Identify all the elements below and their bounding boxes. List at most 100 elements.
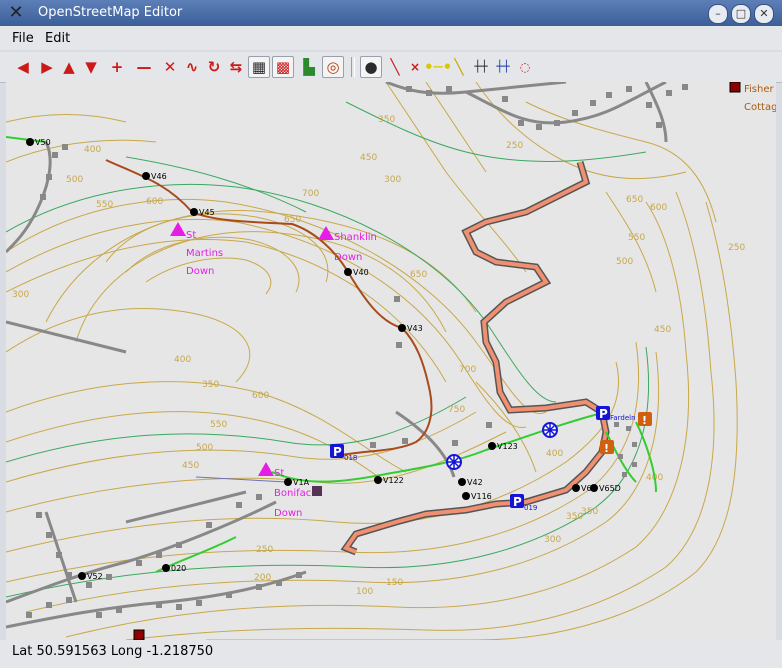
contour-label: 400 [546, 449, 563, 459]
node-dot[interactable] [78, 572, 86, 580]
contour-icon[interactable]: ◎ [322, 56, 344, 78]
contour-label: 200 [254, 573, 271, 583]
place-label: Fisher [744, 84, 775, 95]
contour-label: 550 [628, 233, 645, 243]
contour-label: 550 [210, 420, 227, 430]
node-dot[interactable] [142, 172, 150, 180]
pan-right-icon[interactable]: ▶ [36, 56, 58, 78]
contour-label: 400 [174, 355, 191, 365]
peak-icon[interactable] [170, 222, 186, 236]
contour-label: 300 [12, 290, 29, 300]
node-label: V6 [581, 484, 592, 493]
node-label: V52 [87, 572, 103, 581]
contour-label: 750 [448, 405, 465, 415]
node-label: 020 [171, 564, 186, 573]
pan-left-icon[interactable]: ◀ [12, 56, 34, 78]
node-dot[interactable] [190, 208, 198, 216]
contour-label: 350 [378, 115, 395, 125]
node-dot[interactable] [462, 492, 470, 500]
peak-label: St [274, 468, 284, 479]
layer-tracks-icon[interactable]: ▩ [272, 56, 294, 78]
area-icon[interactable]: ◌ [514, 56, 536, 78]
minimize-icon[interactable]: – [708, 4, 728, 24]
peaks [170, 222, 334, 476]
node-dot[interactable] [374, 476, 382, 484]
svg-text:P: P [333, 445, 342, 459]
title-bar: ✕ OpenStreetMap Editor – □ ✕ [0, 0, 782, 26]
contour-label: 550 [96, 200, 113, 210]
window-title: OpenStreetMap Editor [38, 5, 183, 20]
node-labels: V50 V46 V45 V40 V43 V123 V42 V116 V122 V… [35, 138, 621, 581]
cottage-icon[interactable] [729, 82, 741, 93]
cottage-icon[interactable] [133, 629, 145, 640]
node-label: V43 [407, 324, 423, 333]
pan-up-icon[interactable]: ▲ [58, 56, 80, 78]
close-icon[interactable]: ✕ [754, 4, 774, 24]
menu-bar: File Edit [0, 26, 782, 50]
toolbar-separator [351, 57, 355, 77]
layer-grid-icon[interactable]: ▦ [248, 56, 270, 78]
split-way-icon[interactable]: ∿ [181, 56, 203, 78]
contour-label: 450 [182, 461, 199, 471]
select-way-icon[interactable]: ┼┼ [470, 56, 492, 78]
contour-label: 150 [386, 578, 403, 588]
zoom-in-icon[interactable]: + [106, 56, 128, 78]
node-dot[interactable] [284, 478, 292, 486]
node-label: V40 [353, 268, 369, 277]
node-label: V50 [35, 138, 51, 147]
parking-label: Fardeln [610, 414, 636, 422]
peak-icon[interactable] [258, 462, 274, 476]
node-dot[interactable] [344, 268, 352, 276]
menu-edit[interactable]: Edit [45, 31, 70, 46]
node-dot[interactable] [398, 324, 406, 332]
contour-label: 600 [252, 391, 269, 401]
peak-label: Down [334, 252, 362, 263]
delete-segment-icon[interactable]: ✕ [159, 56, 181, 78]
maximize-icon[interactable]: □ [731, 4, 751, 24]
peak-label: St [186, 230, 196, 241]
svg-text:!: ! [604, 442, 609, 455]
node-label: V1A [293, 478, 310, 487]
menu-file[interactable]: File [12, 31, 34, 46]
landsat-icon[interactable]: ▙ [298, 56, 320, 78]
reverse-way-icon[interactable]: ↻ [203, 56, 225, 78]
building-icon[interactable] [312, 486, 322, 496]
toolbar: ◀ ▶ ▲ ▼ + — ✕ ∿ ↻ ⇆ ▦ ▩ ▙ ◎ ● ╲ × •─• ╲ … [0, 52, 782, 83]
node-dot[interactable] [488, 442, 496, 450]
node-dot[interactable] [26, 138, 34, 146]
app-x-icon: ✕ [8, 2, 24, 23]
map-canvas[interactable]: 400 500 550 600 650 700 350 300 250 450 … [6, 82, 776, 640]
node-label: V123 [497, 442, 518, 451]
contour-label: 600 [650, 203, 667, 213]
parking-label: 018 [344, 454, 357, 462]
add-node-icon[interactable]: ● [360, 56, 382, 78]
node-dot[interactable] [162, 564, 170, 572]
delete-icon[interactable]: × [404, 56, 426, 78]
node-label: V65D [599, 484, 621, 493]
zoom-out-icon[interactable]: — [133, 56, 155, 78]
place-label: Cottag [744, 102, 776, 113]
contour-label: 500 [616, 257, 633, 267]
parking-label: 019 [524, 504, 537, 512]
contour-label: 300 [384, 175, 401, 185]
contour-label: 250 [506, 141, 523, 151]
node-dot[interactable] [458, 478, 466, 486]
node-label: V46 [151, 172, 167, 181]
select-node-icon[interactable]: •─• [424, 56, 452, 78]
move-node-icon[interactable]: ⇆ [225, 56, 247, 78]
contour-label: 450 [654, 325, 671, 335]
merge-icon[interactable]: ┼┼ [492, 56, 514, 78]
select-segment-icon[interactable]: ╲ [448, 56, 470, 78]
peak-label: Martins [186, 248, 223, 259]
node-label: V42 [467, 478, 483, 487]
add-segment-icon[interactable]: ╲ [384, 56, 406, 78]
contour-label: 500 [66, 175, 83, 185]
peak-label: Down [274, 508, 302, 519]
contours-green [6, 101, 649, 598]
peak-label: Boniface [274, 488, 317, 499]
node-dot[interactable] [572, 484, 580, 492]
contour-label: 650 [410, 270, 427, 280]
pan-down-icon[interactable]: ▼ [80, 56, 102, 78]
status-bar: Lat 50.591563 Long -1.218750 [0, 640, 782, 668]
contour-label: 600 [146, 197, 163, 207]
